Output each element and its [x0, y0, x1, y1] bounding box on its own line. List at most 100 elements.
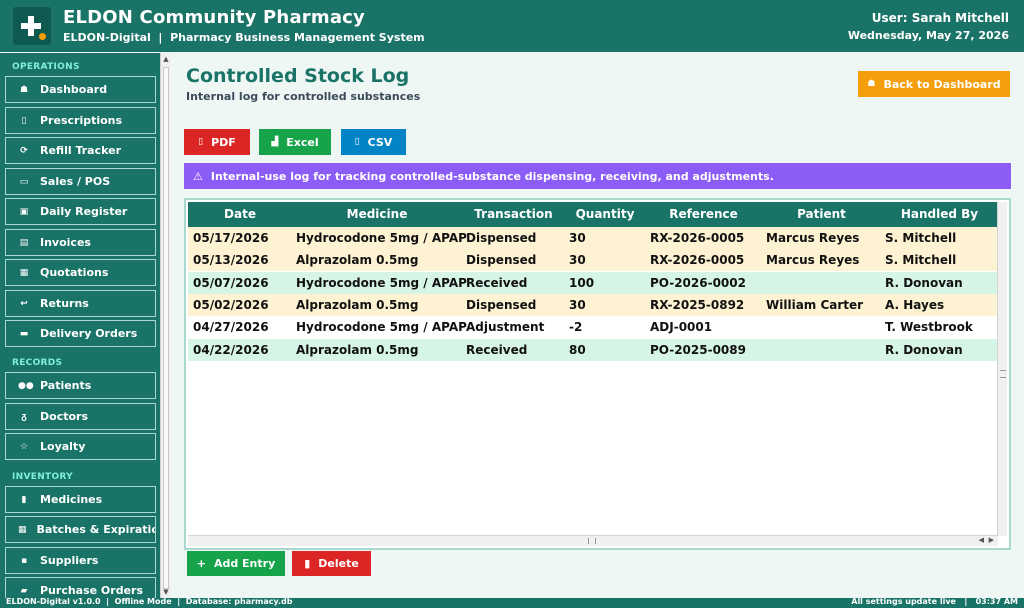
sidebar-item-label: Doctors: [40, 410, 88, 423]
add-entry-button[interactable]: + Add Entry: [187, 551, 285, 576]
add-entry-label: Add Entry: [213, 557, 276, 570]
supplier-icon: ▪: [20, 555, 28, 566]
page-subtitle: Internal log for controlled substances: [186, 90, 421, 103]
sidebar-item-label: Returns: [40, 297, 89, 310]
people-icon: ●●: [18, 380, 34, 391]
table-horizontal-scrollbar[interactable]: ◀ ▶: [188, 535, 998, 546]
table-cell: ADJ-0001: [650, 320, 713, 335]
scroll-right-arrow-icon[interactable]: ▶: [989, 536, 994, 544]
sidebar-item-label: Batches & Expiratio: [36, 523, 156, 536]
sidebar-item-suppliers[interactable]: ▪ Suppliers: [5, 547, 156, 574]
table-vertical-scrollbar[interactable]: [997, 202, 1007, 536]
sidebar-item-patients[interactable]: ●● Patients: [5, 372, 156, 399]
notice-text: Internal-use log for tracking controlled…: [210, 169, 774, 183]
section-records: RECORDS: [12, 358, 63, 368]
back-to-dashboard-button[interactable]: ☗ Back to Dashboard: [858, 71, 1010, 97]
section-inventory: INVENTORY: [12, 472, 73, 482]
table-cell: 05/07/2026: [193, 275, 269, 290]
col-date[interactable]: Date: [188, 202, 292, 227]
sidebar-item-loyalty[interactable]: ☆ Loyalty: [5, 433, 156, 460]
table-cell: 04/27/2026: [193, 320, 269, 335]
sidebar-item-refill-tracker[interactable]: ⟳ Refill Tracker: [5, 137, 156, 164]
col-reference[interactable]: Reference: [645, 202, 762, 227]
table-cell: A. Hayes: [885, 297, 945, 312]
table-row[interactable]: 05/17/2026 Hydrocodone 5mg / APAP Dispense…: [188, 227, 998, 249]
col-medicine[interactable]: Medicine: [292, 202, 462, 227]
sidebar-scroll-thumb[interactable]: [163, 67, 169, 589]
register-icon: ▭: [19, 176, 29, 187]
table-cell: T. Westbrook: [885, 320, 973, 335]
export-label: CSV: [367, 135, 393, 149]
current-date: Wednesday, May 27, 2026: [847, 29, 1009, 42]
sidebar-item-invoices[interactable]: ▤ Invoices: [5, 229, 156, 256]
refresh-icon: ⟳: [20, 145, 28, 156]
col-patient[interactable]: Patient: [762, 202, 881, 227]
app-header: ELDON Community Pharmacy ELDON-Digital |…: [0, 0, 1024, 52]
sidebar-item-delivery-orders[interactable]: ▬ Delivery Orders: [5, 320, 156, 347]
quote-icon: ▦: [19, 267, 29, 278]
table-cell: Alprazolam 0.5mg: [296, 253, 419, 268]
table-cell: RX-2025-0892: [650, 297, 745, 312]
sidebar-item-sales-pos[interactable]: ▭ Sales / POS: [5, 168, 156, 195]
table-cell: PO-2025-0089: [650, 342, 746, 357]
table-row[interactable]: 05/07/2026 Hydrocodone 5mg / APAP Received…: [188, 271, 998, 294]
export-excel-button[interactable]: ▟ Excel: [259, 129, 331, 155]
sidebar-item-doctors[interactable]: ᵹ Doctors: [5, 403, 156, 430]
table-row[interactable]: 04/22/2026 Alprazolam 0.5mg Received 80 PO-2…: [188, 338, 998, 361]
table-cell: 04/22/2026: [193, 342, 269, 357]
current-user: User: Sarah Mitchell: [871, 11, 1009, 25]
sidebar-item-prescriptions[interactable]: ▯ Prescriptions: [5, 107, 156, 134]
page-title: Controlled Stock Log: [186, 65, 410, 87]
col-transaction[interactable]: Transaction: [462, 202, 565, 227]
sidebar-item-label: Refill Tracker: [40, 144, 122, 157]
star-icon: ☆: [19, 441, 29, 452]
sidebar-item-label: Invoices: [40, 236, 91, 249]
sidebar-item-label: Suppliers: [40, 554, 99, 567]
sidebar-item-label: Dashboard: [40, 83, 108, 96]
table-cell: 05/02/2026: [193, 297, 269, 312]
table-row[interactable]: 04/27/2026 Hydrocodone 5mg / APAP Adjustme…: [188, 316, 998, 339]
table-cell: RX-2026-0005: [650, 253, 745, 268]
sidebar-item-dashboard[interactable]: ☗ Dashboard: [5, 76, 156, 103]
app-title: ELDON Community Pharmacy: [63, 7, 365, 28]
table-cell: Adjustment: [466, 320, 545, 335]
sidebar-item-daily-register[interactable]: ▣ Daily Register: [5, 198, 156, 225]
status-right: All settings update live | 03:37 AM: [851, 597, 1018, 606]
home-icon: ☗: [19, 84, 29, 95]
col-quantity[interactable]: Quantity: [565, 202, 645, 227]
sidebar-scrollbar[interactable]: ▲ ▼: [160, 53, 171, 598]
controlled-stock-table: Date Medicine Transaction Quantity Refer…: [184, 198, 1011, 550]
delete-button[interactable]: ▮ Delete: [292, 551, 371, 576]
table-cell: 30: [569, 231, 586, 245]
app-subtitle: ELDON-Digital | Pharmacy Business Manage…: [63, 31, 425, 44]
box-icon: ▦: [18, 524, 27, 535]
warning-icon: ⚠: [193, 169, 203, 183]
export-csv-button[interactable]: ▯ CSV: [341, 129, 406, 155]
clipboard-icon: ▯: [354, 137, 360, 147]
stethoscope-icon: ᵹ: [21, 412, 27, 422]
table-row[interactable]: 05/02/2026 Alprazolam 0.5mg Dispensed 30 RX-…: [188, 293, 998, 316]
col-handled-by[interactable]: Handled By: [881, 202, 998, 227]
section-operations: OPERATIONS: [12, 62, 80, 72]
scroll-left-arrow-icon[interactable]: ◀: [979, 536, 984, 544]
table-row[interactable]: 05/13/2026 Alprazolam 0.5mg Dispensed 30 RX-…: [188, 249, 998, 272]
table-cell: S. Mitchell: [885, 253, 957, 268]
export-pdf-button[interactable]: ▯ PDF: [184, 129, 250, 155]
scroll-down-arrow-icon[interactable]: ▼: [162, 588, 170, 596]
sidebar-item-medicines[interactable]: ▮ Medicines: [5, 486, 156, 513]
calendar-icon: ▣: [19, 206, 29, 217]
table-cell: Dispensed: [466, 253, 537, 268]
sidebar-item-purchase-orders[interactable]: ▰ Purchase Orders: [5, 577, 156, 598]
sidebar-item-label: Loyalty: [40, 440, 86, 453]
clipboard-icon: ▯: [21, 115, 27, 126]
table-cell: RX-2026-0005: [650, 231, 745, 245]
table-cell: 80: [569, 342, 586, 357]
table-cell: Marcus Reyes: [766, 231, 860, 245]
sidebar-item-quotations[interactable]: ▦ Quotations: [5, 259, 156, 286]
pharmacy-cross-icon: [13, 7, 51, 45]
scroll-up-arrow-icon[interactable]: ▲: [162, 55, 170, 63]
table-cell: Hydrocodone 5mg / APAP: [296, 231, 467, 245]
table-cell: Received: [466, 342, 528, 357]
sidebar-item-batches-expiration[interactable]: ▦ Batches & Expiratio: [5, 516, 156, 543]
sidebar-item-returns[interactable]: ↩ Returns: [5, 290, 156, 317]
